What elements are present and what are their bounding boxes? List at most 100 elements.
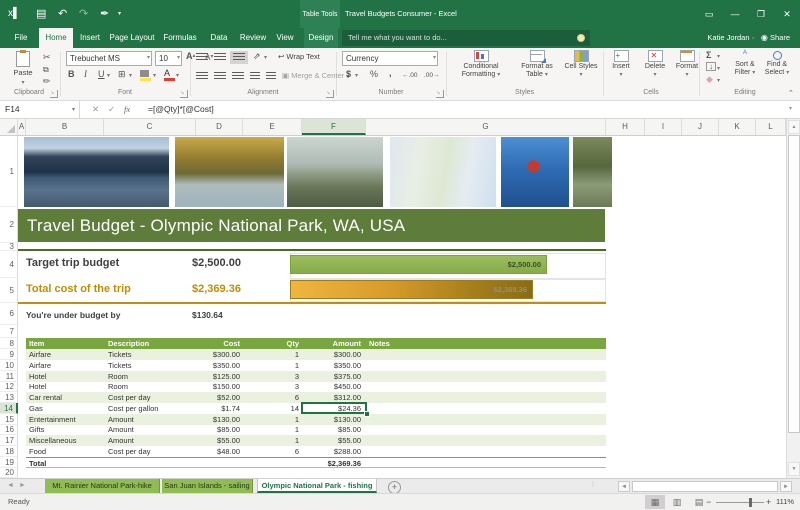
wrap-text-button[interactable]: ↩ Wrap Text	[278, 52, 320, 61]
table-header-row[interactable]: ItemDescriptionCostQtyAmountNotes	[26, 338, 606, 349]
font-size-combo[interactable]: 10▾	[155, 51, 182, 66]
paste-button[interactable]: Paste▾	[6, 50, 40, 86]
cell-item[interactable]: Hotel	[29, 371, 101, 382]
row-header-3[interactable]: 3	[0, 243, 18, 251]
cell-cost[interactable]: $125.00	[196, 371, 240, 382]
sheet-tab-san-juan-islands-sailing[interactable]: San Juan Islands - sailing	[162, 479, 253, 493]
cell-notes[interactable]	[369, 414, 603, 425]
save-icon[interactable]: ▤	[36, 6, 46, 22]
cell-notes[interactable]	[369, 392, 603, 403]
cell-amount[interactable]: $85.00	[302, 425, 361, 435]
cell-notes[interactable]	[369, 349, 603, 360]
cell-amount[interactable]: $450.00	[302, 382, 361, 392]
percent-style-icon[interactable]: %	[370, 69, 378, 80]
merge-center-button[interactable]: ▣ Merge & Center ▾	[282, 71, 349, 80]
zoom-out-icon[interactable]: −	[706, 494, 711, 510]
cell-qty[interactable]: 1	[243, 360, 299, 371]
scroll-down-icon[interactable]: ▼	[788, 462, 800, 476]
table-row[interactable]: MiscellaneousAmount$55.001$55.00	[26, 435, 606, 446]
qat-customize-icon[interactable]: ▾	[118, 6, 121, 22]
find-select-button[interactable]: Find & Select ▾	[762, 49, 792, 77]
fill-handle[interactable]	[364, 411, 370, 417]
ribbon-tab-insert[interactable]: Insert	[76, 28, 104, 48]
cost-value-cell[interactable]: $2,369.36	[192, 283, 241, 295]
ribbon-tab-home[interactable]: Home	[39, 28, 73, 48]
cell-cost[interactable]: $1.74	[196, 403, 240, 414]
cell-qty[interactable]: 1	[243, 435, 299, 446]
tab-splitter-handle[interactable]: ⁞	[592, 479, 594, 493]
cell-cost[interactable]: $55.00	[196, 435, 240, 446]
align-top-icon[interactable]	[196, 53, 208, 62]
photo-fisherman-red-vest[interactable]	[501, 137, 569, 207]
table-row[interactable]: GiftsAmount$85.001$85.00	[26, 425, 606, 435]
insert-cells-button[interactable]: + Insert▾	[606, 50, 636, 79]
cell-amount[interactable]: $130.00	[302, 414, 361, 425]
table-row[interactable]: EntertainmentAmount$130.001$130.00	[26, 414, 606, 425]
cell-qty[interactable]: 1	[243, 349, 299, 360]
clear-dropdown-icon[interactable]: ▾	[717, 76, 720, 87]
cell-qty[interactable]: 14	[243, 403, 299, 414]
expand-formula-bar-icon[interactable]: ▾	[789, 101, 792, 118]
select-all-button[interactable]	[0, 119, 18, 135]
cell-qty[interactable]: 6	[243, 446, 299, 457]
column-header-C[interactable]: C	[104, 119, 196, 135]
row-header-8[interactable]: 8	[0, 338, 18, 349]
row-header-13[interactable]: 13	[0, 392, 18, 403]
horizontal-scrollbar-thumb[interactable]	[632, 481, 778, 492]
number-format-combo[interactable]: Currency▾	[342, 51, 438, 66]
cell-amount[interactable]: $300.00	[302, 349, 361, 360]
budget-label-cell[interactable]: Target trip budget	[26, 257, 119, 269]
copy-icon[interactable]: ⧉	[43, 64, 49, 75]
zoom-in-icon[interactable]: +	[766, 494, 771, 510]
ribbon-tab-formulas[interactable]: Formulas	[160, 28, 200, 48]
scroll-up-icon[interactable]: ▲	[788, 120, 800, 134]
cell-qty[interactable]: 3	[243, 382, 299, 392]
number-dialog-launcher[interactable]: ↘	[436, 90, 444, 98]
row-header-4[interactable]: 4	[0, 251, 18, 278]
increase-decimal-icon[interactable]: ←.00	[402, 70, 418, 81]
column-header-E[interactable]: E	[243, 119, 302, 135]
zoom-level[interactable]: 111%	[776, 494, 794, 510]
cell-cost[interactable]: $85.00	[196, 425, 240, 435]
normal-view-icon[interactable]: ▦	[645, 495, 665, 509]
row-header-7[interactable]: 7	[0, 325, 18, 338]
accounting-dropdown-icon[interactable]: ▾	[355, 71, 358, 82]
table-row[interactable]: AirfareTickets$300.001$300.00	[26, 349, 606, 360]
format-as-table-button[interactable]: Format as Table ▾	[514, 50, 560, 79]
cell-desc[interactable]: Room	[108, 382, 196, 392]
cell-cost[interactable]: $300.00	[196, 349, 240, 360]
underline-dropdown-icon[interactable]: ▾	[107, 71, 110, 82]
cell-desc[interactable]: Amount	[108, 414, 196, 425]
row-header-19[interactable]: 19	[0, 457, 18, 468]
column-header-K[interactable]: K	[719, 119, 756, 135]
close-icon[interactable]: ✕	[774, 0, 800, 28]
cell-notes[interactable]	[369, 425, 603, 435]
increase-indent-icon[interactable]	[266, 72, 276, 81]
font-color-dropdown-icon[interactable]: ▾	[176, 71, 179, 82]
insert-function-icon[interactable]: fx	[124, 101, 130, 118]
cell-cost[interactable]: $52.00	[196, 392, 240, 403]
formula-input[interactable]: =[@Qty]*[@Cost]	[148, 101, 214, 118]
clear-icon[interactable]: ◆	[706, 74, 713, 85]
cell-amount[interactable]: $350.00	[302, 360, 361, 371]
cell-amount[interactable]: $375.00	[302, 371, 361, 382]
ribbon-tab-view[interactable]: View	[272, 28, 298, 48]
cell-desc[interactable]: Tickets	[108, 349, 196, 360]
selected-cell-outline[interactable]	[301, 402, 367, 414]
delete-cells-button[interactable]: ✕ Delete▾	[640, 50, 670, 79]
row-header-1[interactable]: 1	[0, 136, 18, 207]
cell-qty[interactable]: 6	[243, 392, 299, 403]
align-bottom-icon[interactable]	[230, 51, 248, 64]
table-total-row[interactable]: Total $2,369.36	[26, 457, 606, 468]
cell-notes[interactable]	[369, 371, 603, 382]
format-cells-button[interactable]: Format▾	[672, 50, 702, 79]
budget-value-cell[interactable]: $2,500.00	[192, 257, 241, 269]
user-dropdown-icon[interactable]: ▾	[752, 36, 755, 42]
cell-cost[interactable]: $350.00	[196, 360, 240, 371]
ribbon-tab-file[interactable]: File	[6, 28, 36, 48]
row-header-18[interactable]: 18	[0, 446, 18, 457]
fill-color-icon[interactable]	[140, 70, 151, 81]
cell-desc[interactable]: Cost per day	[108, 392, 196, 403]
cell-item[interactable]: Airfare	[29, 360, 101, 371]
column-header-G[interactable]: G	[366, 119, 606, 135]
